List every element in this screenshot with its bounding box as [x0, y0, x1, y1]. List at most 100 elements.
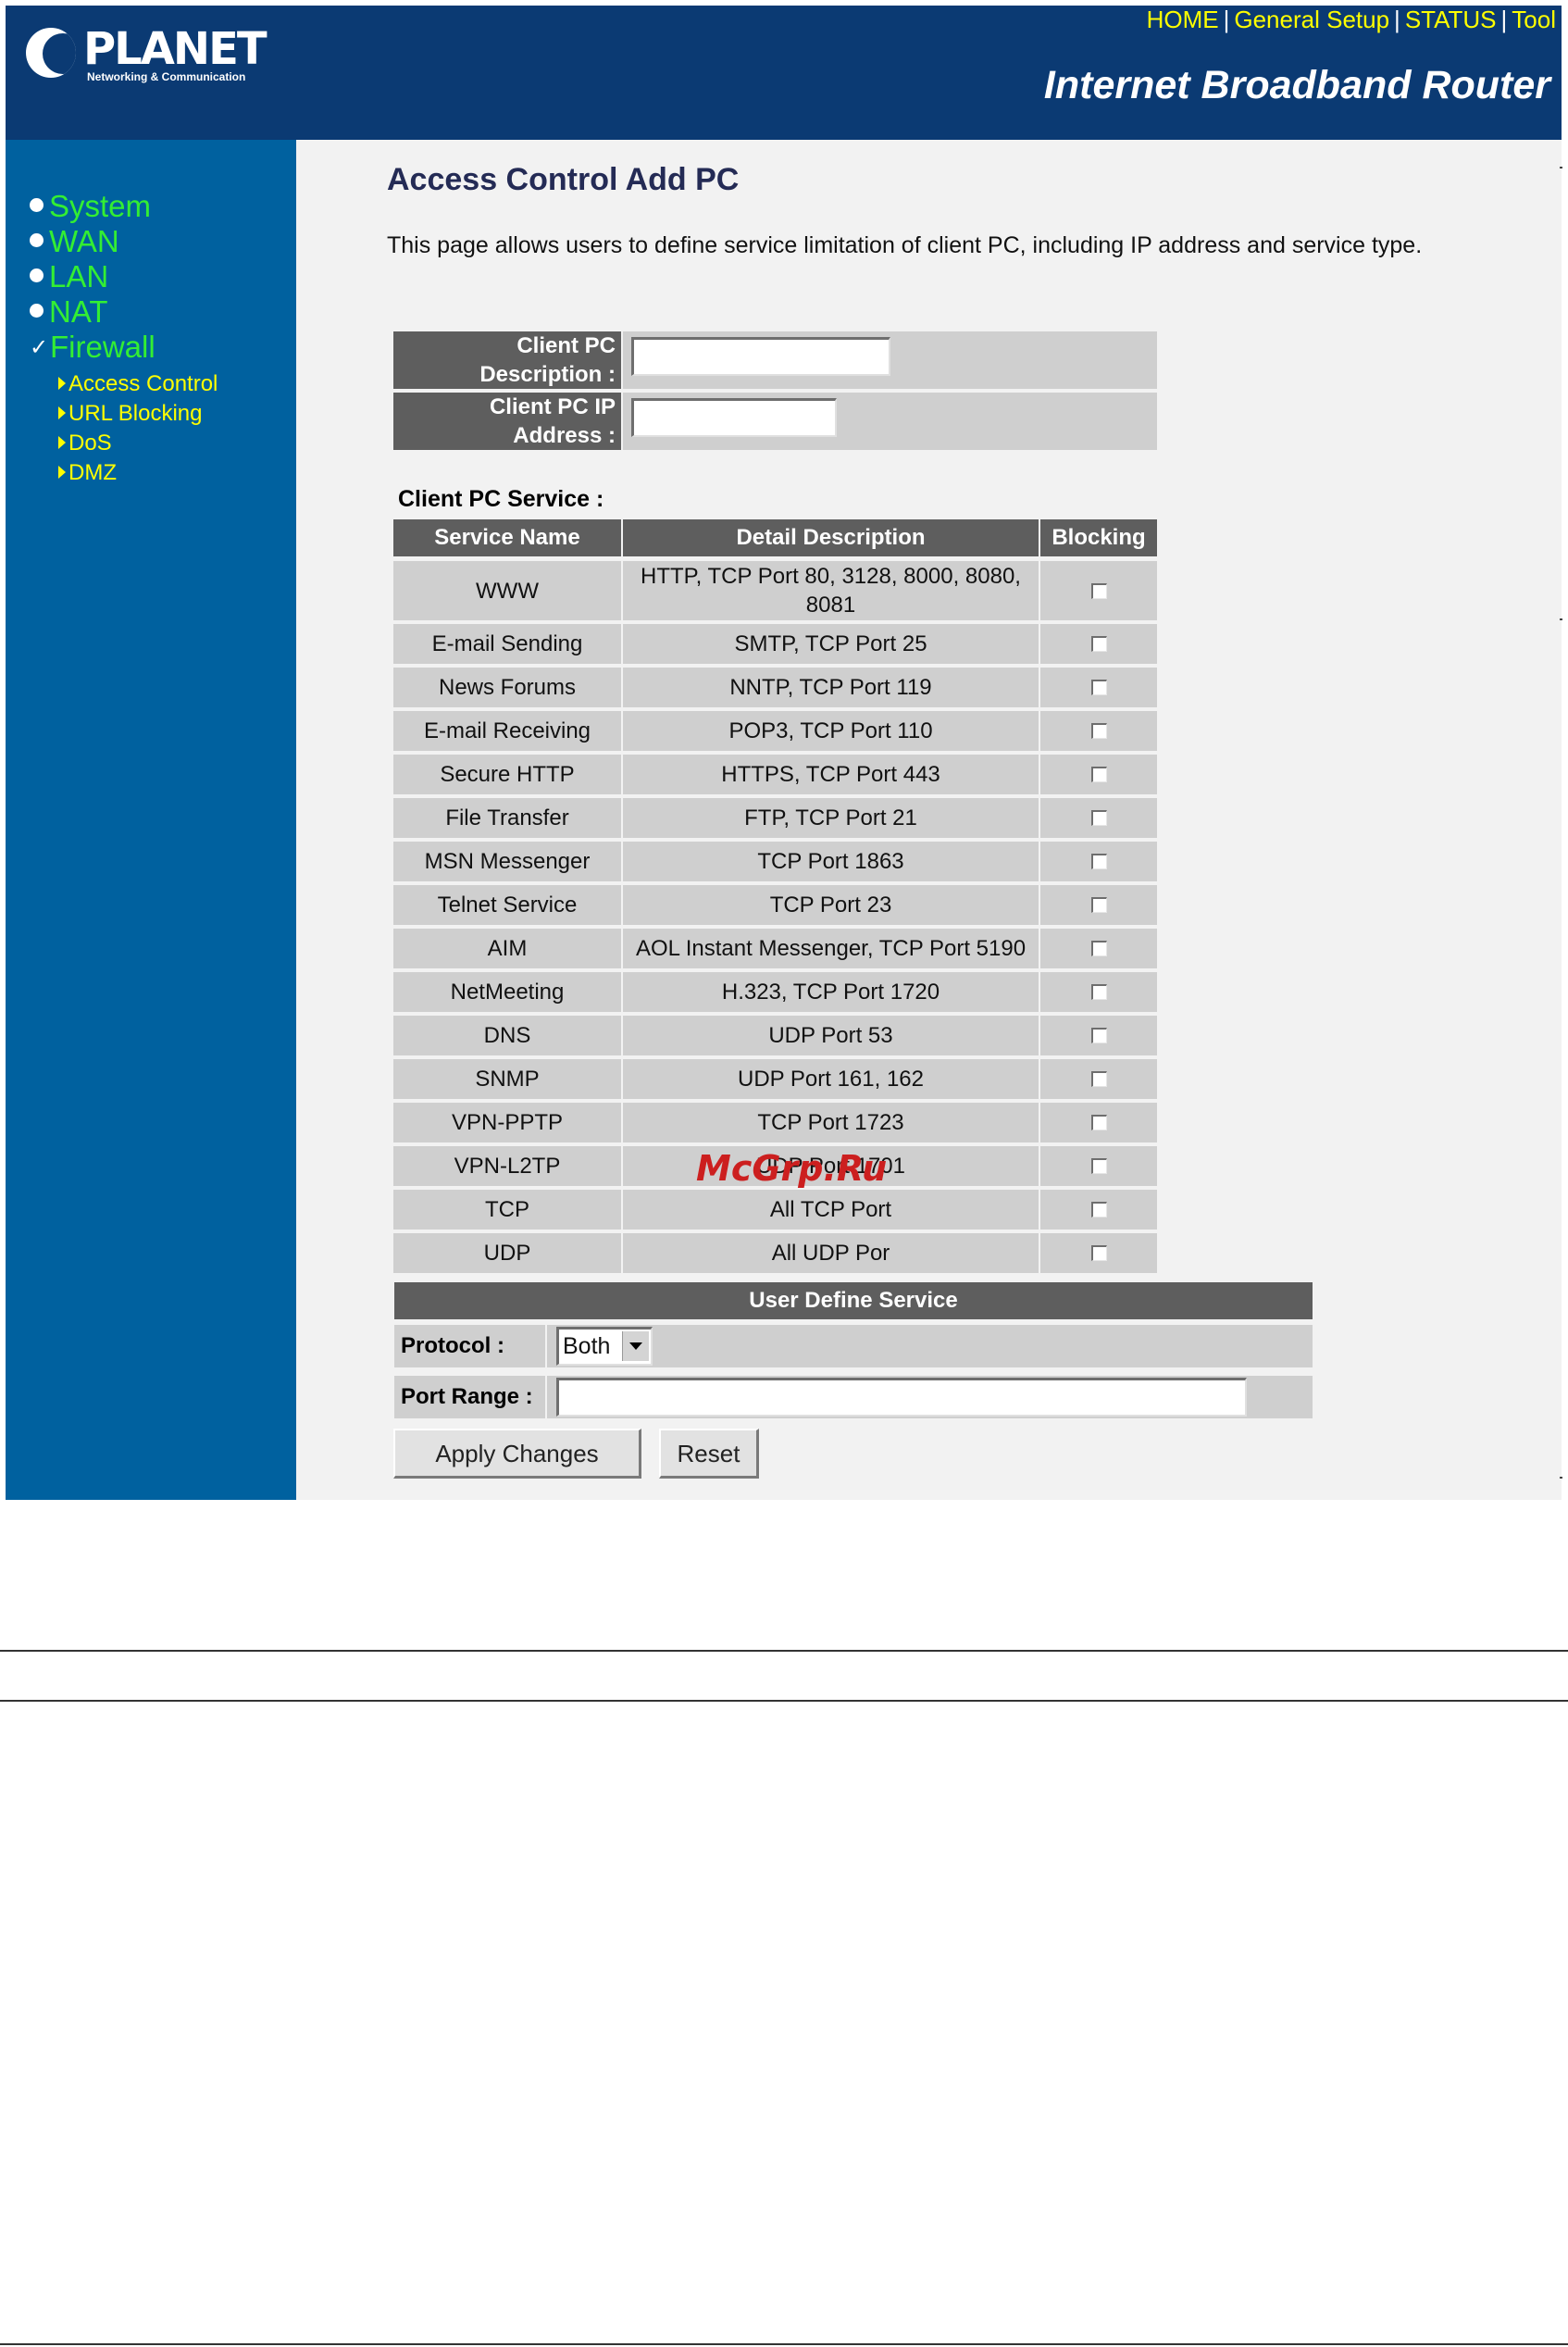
blocking-checkbox-www[interactable]: [1090, 582, 1107, 599]
blocking-checkbox-netmeeting[interactable]: [1090, 984, 1107, 1000]
top-link-status[interactable]: STATUS: [1405, 6, 1497, 33]
sidebar-item-lan[interactable]: LAN: [30, 259, 108, 294]
blocking-checkbox-msn-messenger[interactable]: [1090, 854, 1107, 869]
service-name-tcp: TCP: [393, 1190, 621, 1230]
service-name-www: WWW: [393, 561, 621, 620]
service-blocking-cell: [1040, 711, 1157, 751]
triangle-right-icon: [58, 406, 66, 419]
apply-changes-button[interactable]: Apply Changes: [393, 1429, 641, 1479]
service-blocking-cell: [1040, 929, 1157, 968]
service-detail-e-mail-sending: SMTP, TCP Port 25: [623, 624, 1039, 664]
edge-tick: [1560, 618, 1562, 620]
service-detail-www: HTTP, TCP Port 80, 3128, 8000, 8080, 808…: [623, 561, 1039, 620]
top-link-tool[interactable]: Tool: [1512, 6, 1556, 33]
sidebar-item-system[interactable]: System: [30, 189, 151, 224]
service-blocking-cell: [1040, 624, 1157, 664]
service-detail-file-transfer: FTP, TCP Port 21: [623, 798, 1039, 838]
sidebar-subitem-url-blocking[interactable]: URL Blocking: [58, 401, 203, 427]
service-blocking-cell: [1040, 972, 1157, 1012]
service-name-secure-http: Secure HTTP: [393, 755, 621, 794]
header-detail-description: Detail Description: [623, 519, 1039, 556]
blocking-checkbox-news-forums[interactable]: [1090, 680, 1107, 695]
service-blocking-cell: [1040, 1233, 1157, 1273]
service-blocking-cell: [1040, 885, 1157, 925]
sidebar-item-wan[interactable]: WAN: [30, 224, 119, 259]
client-pc-description-label: Client PC Description :: [393, 331, 621, 389]
label-line: Client PC IP: [489, 394, 616, 419]
triangle-right-icon: [58, 466, 66, 479]
service-detail-udp: All UDP Por: [623, 1233, 1039, 1273]
client-pc-description-input[interactable]: [631, 337, 890, 376]
sidebar-item-label: NAT: [49, 294, 108, 329]
bullet-icon: [30, 268, 44, 282]
sidebar: System WAN LAN NAT ✓Firewall Access Cont…: [6, 140, 296, 1500]
sidebar-subitem-label: DMZ: [68, 460, 117, 485]
blocking-checkbox-e-mail-receiving[interactable]: [1090, 723, 1107, 739]
header-service-name: Service Name: [393, 519, 621, 556]
top-nav-separator: |: [1394, 6, 1400, 33]
blocking-checkbox-secure-http[interactable]: [1090, 767, 1107, 782]
sidebar-item-label: Firewall: [50, 330, 156, 364]
service-name-dns: DNS: [393, 1016, 621, 1055]
protocol-select[interactable]: Both: [556, 1327, 653, 1366]
service-blocking-cell: [1040, 1146, 1157, 1186]
sidebar-item-label: LAN: [49, 259, 109, 293]
service-name-vpn-l2tp: VPN-L2TP: [393, 1146, 621, 1186]
sidebar-item-firewall[interactable]: ✓Firewall: [30, 330, 156, 366]
bullet-icon: [30, 304, 44, 318]
service-blocking-cell: [1040, 1190, 1157, 1230]
blocking-checkbox-dns[interactable]: [1090, 1028, 1107, 1043]
client-pc-ip-input[interactable]: [631, 398, 837, 437]
service-blocking-cell: [1040, 561, 1157, 620]
blocking-checkbox-vpn-pptp[interactable]: [1090, 1115, 1107, 1130]
blocking-checkbox-snmp[interactable]: [1090, 1071, 1107, 1087]
edge-tick: [1560, 167, 1562, 169]
service-name-e-mail-receiving: E-mail Receiving: [393, 711, 621, 751]
planet-logo[interactable]: PLANET Networking & Communication: [22, 23, 268, 89]
service-name-e-mail-sending: E-mail Sending: [393, 624, 621, 664]
header-bar: PLANET Networking & Communication HOME | G…: [6, 6, 1562, 140]
service-detail-tcp: All TCP Port: [623, 1190, 1039, 1230]
top-link-home[interactable]: HOME: [1147, 6, 1219, 33]
sidebar-item-nat[interactable]: NAT: [30, 294, 108, 330]
top-nav-separator: |: [1223, 6, 1230, 33]
service-detail-news-forums: NNTP, TCP Port 119: [623, 668, 1039, 707]
chevron-down-icon[interactable]: [622, 1331, 649, 1361]
brand-name: PLANET: [83, 23, 268, 75]
port-range-input[interactable]: [556, 1378, 1247, 1417]
sidebar-subitem-label: Access Control: [68, 371, 218, 396]
protocol-selected-value: Both: [563, 1333, 611, 1359]
label-line: Description :: [479, 362, 616, 387]
service-name-netmeeting: NetMeeting: [393, 972, 621, 1012]
blocking-checkbox-telnet-service[interactable]: [1090, 897, 1107, 913]
triangle-right-icon: [58, 436, 66, 449]
sidebar-item-label: WAN: [49, 224, 119, 258]
service-detail-msn-messenger: TCP Port 1863: [623, 842, 1039, 881]
blocking-checkbox-e-mail-sending[interactable]: [1090, 636, 1107, 652]
blocking-checkbox-aim[interactable]: [1090, 941, 1107, 956]
blocking-checkbox-udp[interactable]: [1090, 1245, 1107, 1261]
top-link-general-setup[interactable]: General Setup: [1234, 6, 1389, 33]
blocking-checkbox-tcp[interactable]: [1090, 1202, 1107, 1217]
service-blocking-cell: [1040, 1016, 1157, 1055]
page-rule: [0, 1650, 1568, 1652]
triangle-right-icon: [58, 377, 66, 390]
sidebar-subitem-dos[interactable]: DoS: [58, 431, 112, 456]
top-nav: HOME | General Setup | STATUS | Tool: [1147, 6, 1556, 34]
top-nav-separator: |: [1500, 6, 1508, 33]
client-pc-ip-label: Client PC IP Address :: [393, 393, 621, 450]
sidebar-subitem-dmz[interactable]: DMZ: [58, 460, 117, 486]
service-detail-netmeeting: H.323, TCP Port 1720: [623, 972, 1039, 1012]
user-define-service-header: User Define Service: [394, 1282, 1313, 1319]
service-detail-telnet-service: TCP Port 23: [623, 885, 1039, 925]
blocking-checkbox-file-transfer[interactable]: [1090, 810, 1107, 826]
service-blocking-cell: [1040, 668, 1157, 707]
brand-tagline: Networking & Communication: [87, 70, 246, 83]
service-name-msn-messenger: MSN Messenger: [393, 842, 621, 881]
port-range-label: Port Range :: [394, 1376, 545, 1418]
blocking-checkbox-vpn-l2tp[interactable]: [1090, 1158, 1107, 1174]
reset-button[interactable]: Reset: [659, 1429, 759, 1479]
sidebar-subitem-access-control[interactable]: Access Control: [58, 371, 218, 397]
check-icon: ✓: [30, 335, 49, 360]
protocol-cell: [547, 1325, 1313, 1367]
